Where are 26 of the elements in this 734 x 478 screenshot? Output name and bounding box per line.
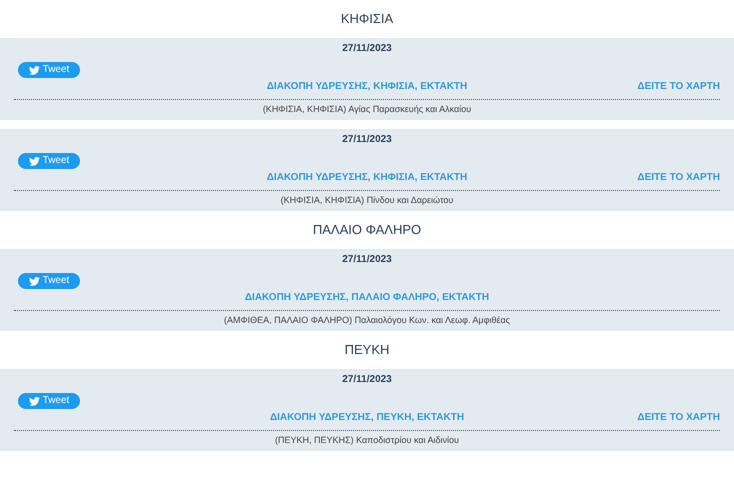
tweet-button[interactable]: Tweet [18, 153, 80, 169]
notice-address: (ΚΗΦΙΣΙΑ, ΚΗΦΙΣΙΑ) Πίνδου και Δαρειώτου [280, 196, 454, 204]
bird-icon [28, 396, 40, 406]
bird-icon [28, 276, 40, 286]
bird-icon [28, 66, 40, 74]
notice-title[interactable]: ΔΙΑΚΟΠΗ ΥΔΡΕΥΣΗΣ, ΚΗΦΙΣΙΑ, ΕΚΤΑΚΤΗ [266, 82, 468, 92]
area-heading: ΚΗΦΙΣΙΑ [340, 10, 394, 28]
tweet-button[interactable]: Tweet [18, 62, 80, 78]
notice-date: 27/11/2023 [342, 375, 392, 385]
notice-title[interactable]: ΔΙΑΚΟΠΗ ΥΔΡΕΥΣΗΣ, ΚΗΦΙΣΙΑ, ΕΚΤΑΚΤΗ [266, 173, 468, 183]
notice-date: 27/11/2023 [342, 135, 392, 145]
notice-date: 27/11/2023 [342, 255, 392, 265]
map-link[interactable]: ΔΕΙΤΕ ΤΟ ΧΑΡΤΗ [637, 173, 720, 183]
notice-title[interactable]: ΔΙΑΚΟΠΗ ΥΔΡΕΥΣΗΣ, ΠΑΛΑΙΟ ΦΑΛΗΡΟ, ΕΚΤΑΚΤΗ [244, 293, 490, 303]
notice-title[interactable]: ΔΙΑΚΟΠΗ ΥΔΡΕΥΣΗΣ, ΠΕΥΚΗ, ΕΚΤΑΚΤΗ [270, 413, 464, 423]
area-heading: ΠΑΛΑΙΟ ΦΑΛΗΡΟ [312, 221, 422, 240]
notice-address: (ΚΗΦΙΣΙΑ, ΚΗΦΙΣΙΑ) Αγίας Παρασκευής και Αλκαίου [262, 104, 472, 114]
tweet-button[interactable]: Tweet [18, 273, 80, 289]
bird-icon [28, 156, 40, 166]
tweet-button[interactable]: Tweet [18, 393, 80, 409]
map-link[interactable]: ΔΕΙΤΕ ΤΟ ΧΑΡΤΗ [637, 82, 720, 92]
area-heading: ΠΕΥΚΗ [344, 341, 390, 360]
map-link[interactable]: ΔΕΙΤΕ ΤΟ ΧΑΡΤΗ [637, 413, 720, 423]
notice-address: (ΠΕΥΚΗ, ΠΕΥΚΗΣ) Καποδιστρίου και Αιδινίου [275, 436, 459, 444]
notice-date: 27/11/2023 [342, 44, 392, 54]
notice-address: (ΑΜΦΙΘΕΑ, ΠΑΛΑΙΟ ΦΑΛΗΡΟ) Παλαιολόγου Κων. και Λεωφ. Αμφιθέας [224, 316, 510, 324]
